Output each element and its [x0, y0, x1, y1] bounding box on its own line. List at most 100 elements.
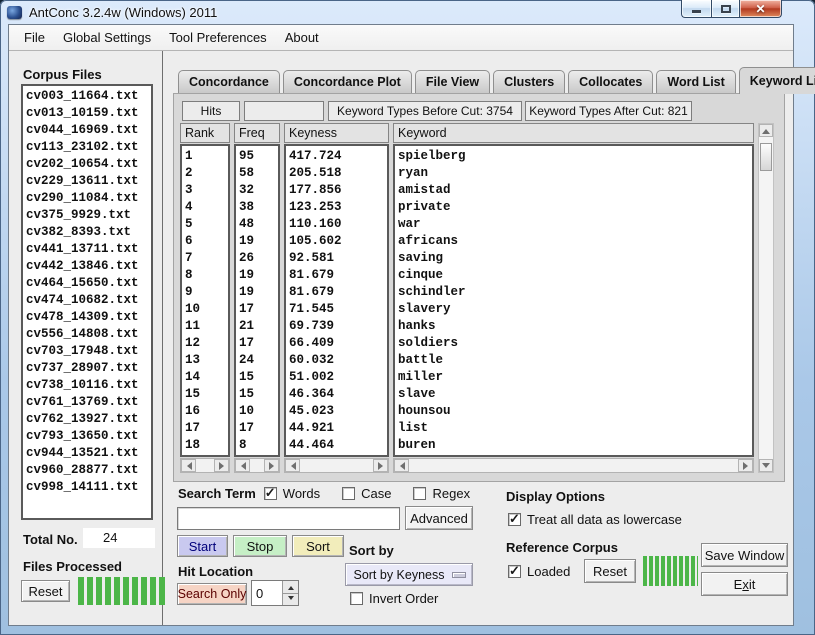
scroll-left-button[interactable]	[285, 459, 300, 472]
table-cell[interactable]: miller	[398, 369, 752, 386]
hit-position-spinner[interactable]: 0	[251, 580, 299, 606]
keyness-hscrollbar[interactable]	[284, 458, 389, 473]
table-cell[interactable]: 26	[239, 250, 278, 267]
table-cell[interactable]: 38	[239, 199, 278, 216]
corpus-file-item[interactable]: cv290_11084.txt	[26, 190, 151, 207]
scroll-down-button[interactable]	[759, 459, 773, 472]
tab-clusters[interactable]: Clusters	[493, 70, 565, 93]
table-cell[interactable]: 7	[185, 250, 228, 267]
corpus-file-item[interactable]: cv998_14111.txt	[26, 479, 151, 496]
case-checkbox[interactable]	[342, 487, 355, 500]
table-cell[interactable]: hanks	[398, 318, 752, 335]
menu-global-settings[interactable]: Global Settings	[54, 26, 160, 49]
table-cell[interactable]: 17	[239, 420, 278, 437]
corpus-file-item[interactable]: cv044_16969.txt	[26, 122, 151, 139]
table-cell[interactable]: slave	[398, 386, 752, 403]
table-cell[interactable]: 123.253	[289, 199, 387, 216]
table-cell[interactable]: 81.679	[289, 267, 387, 284]
words-checkbox[interactable]	[264, 487, 277, 500]
rank-hscrollbar[interactable]	[180, 458, 230, 473]
table-cell[interactable]: 14	[185, 369, 228, 386]
corpus-file-item[interactable]: cv738_10116.txt	[26, 377, 151, 394]
corpus-file-item[interactable]: cv737_28907.txt	[26, 360, 151, 377]
table-cell[interactable]: hounsou	[398, 403, 752, 420]
table-cell[interactable]: 81.679	[289, 284, 387, 301]
table-cell[interactable]: amistad	[398, 182, 752, 199]
table-cell[interactable]: spielberg	[398, 148, 752, 165]
scroll-up-button[interactable]	[759, 124, 773, 137]
titlebar[interactable]: AntConc 3.2.4w (Windows) 2011 ✕	[0, 0, 815, 24]
table-cell[interactable]: slavery	[398, 301, 752, 318]
table-cell[interactable]: 66.409	[289, 335, 387, 352]
table-cell[interactable]: 69.739	[289, 318, 387, 335]
regex-checkbox[interactable]	[413, 487, 426, 500]
scroll-right-button[interactable]	[214, 459, 229, 472]
corpus-file-item[interactable]: cv762_13927.txt	[26, 411, 151, 428]
table-cell[interactable]: 17	[239, 335, 278, 352]
start-button[interactable]: Start	[177, 535, 228, 557]
corpus-file-item[interactable]: cv375_9929.txt	[26, 207, 151, 224]
table-cell[interactable]: battle	[398, 352, 752, 369]
corpus-file-item[interactable]: cv013_10159.txt	[26, 105, 151, 122]
rank-list[interactable]: 123456789101112131415161718	[180, 144, 230, 457]
search-only-button[interactable]: Search Only	[177, 583, 247, 605]
corpus-file-item[interactable]: cv229_13611.txt	[26, 173, 151, 190]
table-cell[interactable]: 44.921	[289, 420, 387, 437]
tab-keyword-list[interactable]: Keyword List	[739, 67, 815, 94]
corpus-file-item[interactable]: cv944_13521.txt	[26, 445, 151, 462]
table-cell[interactable]: 15	[239, 386, 278, 403]
keyword-list[interactable]: spielbergryanamistadprivatewarafricanssa…	[393, 144, 754, 457]
files-reset-button[interactable]: Reset	[21, 580, 70, 602]
corpus-file-item[interactable]: cv474_10682.txt	[26, 292, 151, 309]
table-cell[interactable]: 177.856	[289, 182, 387, 199]
table-cell[interactable]: 32	[239, 182, 278, 199]
table-cell[interactable]: 17	[239, 301, 278, 318]
table-cell[interactable]: 17	[185, 420, 228, 437]
table-cell[interactable]: 15	[239, 369, 278, 386]
close-button[interactable]: ✕	[739, 0, 782, 18]
table-cell[interactable]: private	[398, 199, 752, 216]
scroll-right-button[interactable]	[264, 459, 279, 472]
table-cell[interactable]: saving	[398, 250, 752, 267]
table-cell[interactable]: 10	[185, 301, 228, 318]
vertical-scrollbar[interactable]	[758, 123, 774, 473]
corpus-file-item[interactable]: cv556_14808.txt	[26, 326, 151, 343]
loaded-checkbox[interactable]	[508, 565, 521, 578]
table-cell[interactable]: 5	[185, 216, 228, 233]
table-cell[interactable]: cinque	[398, 267, 752, 284]
scroll-left-button[interactable]	[181, 459, 196, 472]
maximize-button[interactable]	[711, 0, 739, 18]
table-cell[interactable]: buren	[398, 437, 752, 454]
table-cell[interactable]: 417.724	[289, 148, 387, 165]
table-cell[interactable]: 8	[185, 267, 228, 284]
table-cell[interactable]: 110.160	[289, 216, 387, 233]
corpus-file-item[interactable]: cv441_13711.txt	[26, 241, 151, 258]
advanced-button[interactable]: Advanced	[405, 506, 473, 530]
spinner-down-button[interactable]	[283, 593, 298, 606]
table-cell[interactable]: 11	[185, 318, 228, 335]
freq-list[interactable]: 95583238481926191917211724151510178	[234, 144, 280, 457]
menu-tool-preferences[interactable]: Tool Preferences	[160, 26, 276, 49]
table-cell[interactable]: 19	[239, 233, 278, 250]
table-cell[interactable]: 16	[185, 403, 228, 420]
table-cell[interactable]: 60.032	[289, 352, 387, 369]
scroll-left-button[interactable]	[235, 459, 250, 472]
table-cell[interactable]: schindler	[398, 284, 752, 301]
table-cell[interactable]: 51.002	[289, 369, 387, 386]
table-cell[interactable]: 13	[185, 352, 228, 369]
table-cell[interactable]: 4	[185, 199, 228, 216]
sort-by-dropdown[interactable]: Sort by Keyness	[345, 563, 473, 586]
table-cell[interactable]: 46.364	[289, 386, 387, 403]
table-cell[interactable]: war	[398, 216, 752, 233]
corpus-file-item[interactable]: cv202_10654.txt	[26, 156, 151, 173]
lowercase-checkbox[interactable]	[508, 513, 521, 526]
freq-hscrollbar[interactable]	[234, 458, 280, 473]
scrollbar-thumb[interactable]	[760, 143, 772, 171]
corpus-file-item[interactable]: cv761_13769.txt	[26, 394, 151, 411]
table-cell[interactable]: 71.545	[289, 301, 387, 318]
table-cell[interactable]: ryan	[398, 165, 752, 182]
table-cell[interactable]: soldiers	[398, 335, 752, 352]
table-cell[interactable]: 2	[185, 165, 228, 182]
tab-collocates[interactable]: Collocates	[568, 70, 653, 93]
tab-word-list[interactable]: Word List	[656, 70, 735, 93]
